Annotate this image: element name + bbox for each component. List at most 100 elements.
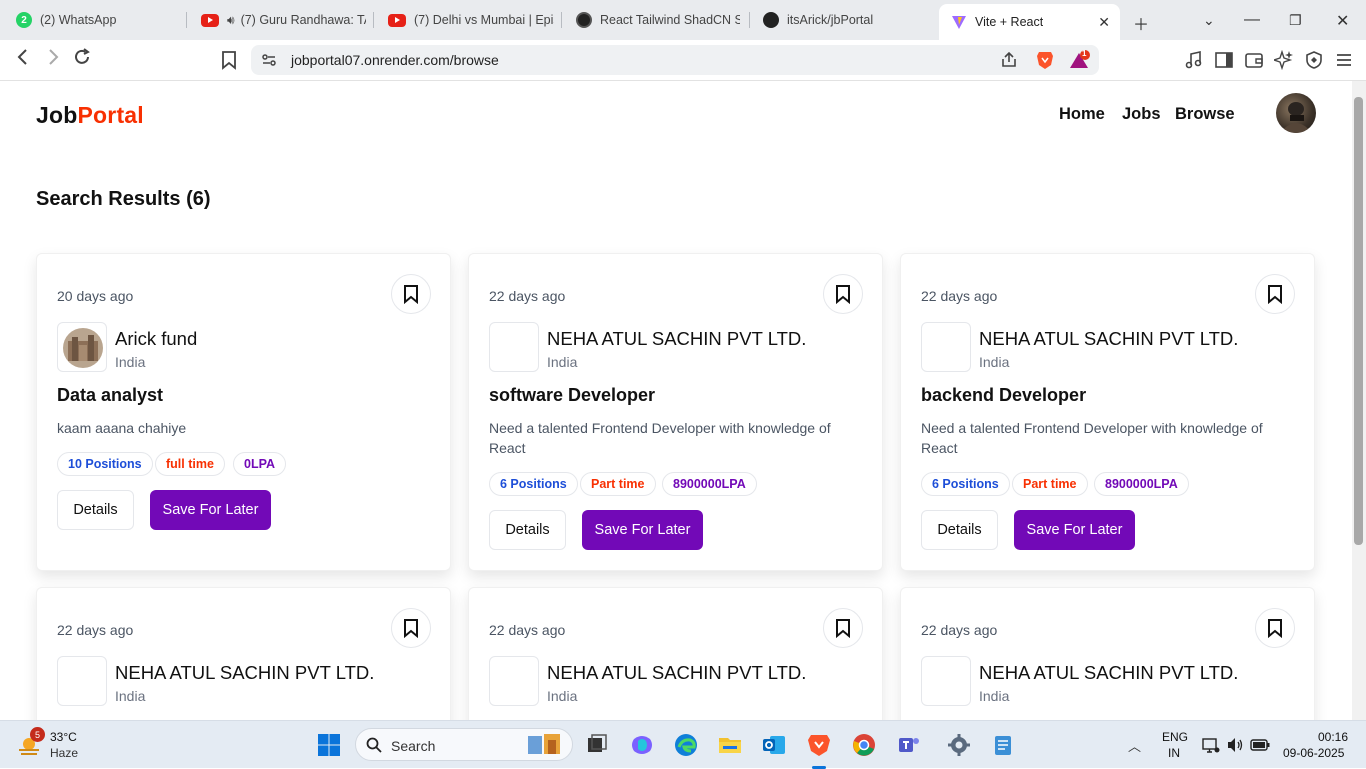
youtube-icon bbox=[388, 13, 406, 27]
outlook-icon[interactable] bbox=[762, 733, 786, 757]
browser-toolbar: jobportal07.onrender.com/browse 1 bbox=[0, 40, 1366, 81]
notepad-icon[interactable] bbox=[991, 733, 1015, 757]
logo-text-portal: Portal bbox=[77, 102, 144, 128]
posted-age: 22 days ago bbox=[921, 622, 998, 638]
close-tab-icon[interactable]: ✕ bbox=[1098, 14, 1110, 31]
company-logo bbox=[921, 322, 971, 372]
company-name: Arick fund bbox=[115, 328, 198, 349]
user-avatar[interactable] bbox=[1276, 93, 1316, 133]
job-location: India bbox=[115, 354, 146, 370]
wallet-icon[interactable] bbox=[1244, 50, 1264, 70]
weather-widget[interactable]: 5 33°C Haze bbox=[16, 727, 106, 763]
copilot-icon[interactable] bbox=[630, 733, 654, 757]
company-name: NEHA ATUL SACHIN PVT LTD. bbox=[979, 662, 1239, 683]
windows-taskbar: 5 33°C Haze Search ︿ ENG IN 00:16 09-06-… bbox=[0, 720, 1366, 769]
brave-shields-icon[interactable] bbox=[1036, 50, 1054, 75]
minimize-icon[interactable]: — bbox=[1244, 11, 1260, 29]
browser-tab-strip: 2 (2) WhatsApp 🔊︎ (7) Guru Randhawa: TA … bbox=[0, 0, 1366, 40]
region-indicator[interactable]: IN bbox=[1168, 746, 1180, 760]
settings-gear-icon[interactable] bbox=[947, 733, 971, 757]
close-window-icon[interactable]: ✕ bbox=[1336, 11, 1349, 31]
company-name: NEHA ATUL SACHIN PVT LTD. bbox=[547, 328, 807, 349]
battery-icon[interactable] bbox=[1250, 737, 1270, 758]
taskbar-search-box[interactable]: Search bbox=[355, 728, 573, 761]
brave-browser-icon[interactable] bbox=[807, 733, 831, 757]
job-description: Need a talented Frontend Developer with … bbox=[921, 420, 1263, 456]
bookmark-page-icon[interactable] bbox=[221, 50, 237, 76]
menu-icon[interactable] bbox=[1335, 50, 1355, 70]
tab-title: (7) Delhi vs Mumbai | Epis bbox=[414, 13, 554, 27]
job-type-badge: full time bbox=[155, 452, 225, 476]
brave-rewards-icon[interactable]: 1 bbox=[1069, 49, 1091, 75]
save-for-later-button[interactable]: Save For Later bbox=[1014, 510, 1135, 550]
company-logo bbox=[57, 322, 107, 372]
bookmark-button[interactable] bbox=[823, 608, 863, 648]
new-tab-icon[interactable]: ＋ bbox=[1133, 11, 1149, 35]
tab-list-chevron-icon[interactable]: ⌄ bbox=[1203, 12, 1215, 29]
search-placeholder: Search bbox=[391, 738, 436, 754]
job-card: 22 days ago NEHA ATUL SACHIN PVT LTD. In… bbox=[468, 253, 883, 571]
company-logo bbox=[921, 656, 971, 706]
save-for-later-button[interactable]: Save For Later bbox=[150, 490, 271, 530]
job-location: India bbox=[979, 354, 1010, 370]
salary-badge: 8900000LPA bbox=[1094, 472, 1189, 496]
bookmark-icon bbox=[836, 285, 850, 304]
task-view-icon[interactable] bbox=[585, 733, 609, 757]
bookmark-button[interactable] bbox=[1255, 274, 1295, 314]
nav-jobs[interactable]: Jobs bbox=[1122, 105, 1161, 124]
scrollbar-thumb[interactable] bbox=[1354, 97, 1363, 545]
job-location: India bbox=[547, 688, 578, 704]
chrome-icon[interactable] bbox=[852, 733, 876, 757]
details-button[interactable]: Details bbox=[921, 510, 998, 550]
teams-icon[interactable] bbox=[897, 733, 921, 757]
volume-icon[interactable] bbox=[1226, 736, 1244, 759]
bookmark-icon bbox=[404, 619, 418, 638]
sidebar-icon[interactable] bbox=[1214, 50, 1234, 70]
weather-desc: Haze bbox=[50, 746, 79, 760]
site-settings-icon[interactable] bbox=[261, 52, 277, 73]
posted-age: 22 days ago bbox=[489, 288, 566, 304]
company-logo bbox=[489, 656, 539, 706]
tray-overflow-chevron-icon[interactable]: ︿ bbox=[1128, 736, 1141, 755]
details-button[interactable]: Details bbox=[57, 490, 134, 530]
network-icon[interactable] bbox=[1202, 736, 1220, 759]
edge-icon[interactable] bbox=[674, 733, 698, 757]
language-indicator[interactable]: ENG bbox=[1162, 730, 1188, 744]
file-explorer-icon[interactable] bbox=[718, 733, 742, 757]
restore-icon[interactable]: ❐ bbox=[1289, 12, 1302, 29]
forward-icon[interactable] bbox=[44, 48, 62, 72]
job-title: software Developer bbox=[489, 385, 656, 405]
vpn-icon[interactable] bbox=[1304, 50, 1324, 70]
bookmark-button[interactable] bbox=[391, 608, 431, 648]
speaker-icon[interactable]: 🔊︎ bbox=[227, 13, 235, 28]
bookmark-icon bbox=[1268, 619, 1282, 638]
leo-ai-icon[interactable] bbox=[1271, 49, 1294, 71]
address-bar[interactable]: jobportal07.onrender.com/browse 1 bbox=[251, 45, 1099, 75]
job-location: India bbox=[547, 354, 578, 370]
details-button[interactable]: Details bbox=[489, 510, 566, 550]
reload-icon[interactable] bbox=[73, 48, 91, 72]
tab-youtube-song[interactable]: 🔊︎ (7) Guru Randhawa: TA bbox=[187, 0, 374, 40]
nav-home[interactable]: Home bbox=[1059, 105, 1105, 124]
tab-youtube-match[interactable]: (7) Delhi vs Mumbai | Epis bbox=[374, 0, 562, 40]
salary-badge: 8900000LPA bbox=[662, 472, 757, 496]
bookmark-button[interactable] bbox=[391, 274, 431, 314]
save-for-later-button[interactable]: Save For Later bbox=[582, 510, 703, 550]
company-logo bbox=[57, 656, 107, 706]
site-logo[interactable]: JobPortal bbox=[36, 102, 144, 129]
bookmark-button[interactable] bbox=[823, 274, 863, 314]
tab-chatgpt[interactable]: React Tailwind ShadCN Se bbox=[562, 0, 750, 40]
tab-vite-react[interactable]: Vite + React ✕ bbox=[939, 4, 1120, 40]
tab-whatsapp[interactable]: 2 (2) WhatsApp bbox=[0, 0, 187, 40]
back-icon[interactable] bbox=[14, 48, 32, 72]
clock-date[interactable]: 09-06-2025 bbox=[1283, 746, 1344, 760]
nav-browse[interactable]: Browse bbox=[1175, 105, 1235, 124]
share-icon[interactable] bbox=[1000, 51, 1018, 74]
clock-time[interactable]: 00:16 bbox=[1318, 730, 1348, 744]
weather-badge: 5 bbox=[30, 727, 45, 742]
tab-github[interactable]: itsArick/jbPortal bbox=[750, 0, 938, 40]
windows-start-icon[interactable] bbox=[317, 733, 341, 757]
media-icon[interactable] bbox=[1184, 50, 1204, 70]
bookmark-button[interactable] bbox=[1255, 608, 1295, 648]
bookmark-icon bbox=[1268, 285, 1282, 304]
